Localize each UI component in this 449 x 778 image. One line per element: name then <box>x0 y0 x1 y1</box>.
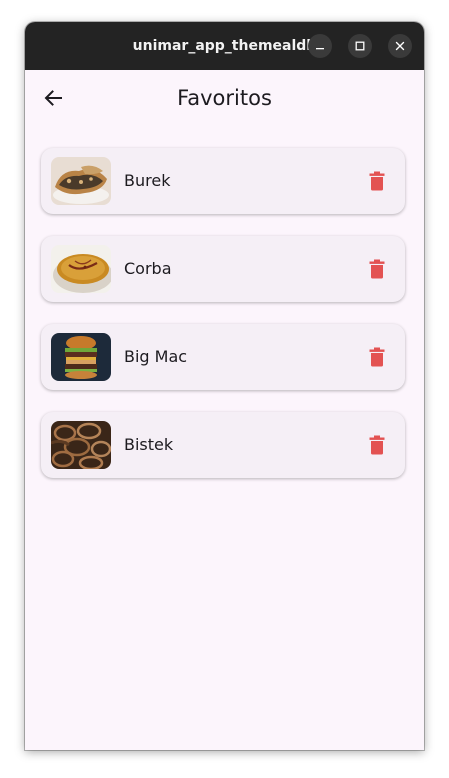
maximize-button[interactable] <box>348 34 372 58</box>
meal-thumbnail-big-mac <box>51 333 111 381</box>
window-titlebar[interactable]: unimar_app_themealdb <box>25 22 424 70</box>
favorite-card-burek[interactable]: Burek <box>41 148 405 214</box>
burek-image <box>51 157 111 205</box>
delete-button[interactable] <box>365 169 389 193</box>
delete-button[interactable] <box>365 345 389 369</box>
delete-button[interactable] <box>365 433 389 457</box>
maximize-icon <box>355 41 365 51</box>
favorites-list: Burek Corba Big Mac Bistek <box>41 148 407 500</box>
app-bar: Favoritos <box>25 70 424 126</box>
delete-icon <box>369 171 385 191</box>
favorite-card-bistek[interactable]: Bistek <box>41 412 405 478</box>
page-title: Favoritos <box>177 86 272 110</box>
meal-thumbnail-burek <box>51 157 111 205</box>
minimize-icon <box>316 48 324 50</box>
meal-name: Corba <box>124 259 172 278</box>
close-icon <box>395 41 405 51</box>
app-window: unimar_app_themealdb Favoritos Burek Cor… <box>25 22 424 750</box>
favorite-card-corba[interactable]: Corba <box>41 236 405 302</box>
meal-name: Bistek <box>124 435 174 454</box>
meal-name: Burek <box>124 171 171 190</box>
delete-icon <box>369 435 385 455</box>
meal-thumbnail-bistek <box>51 421 111 469</box>
delete-button[interactable] <box>365 257 389 281</box>
bistek-image <box>51 421 111 469</box>
meal-thumbnail-corba <box>51 245 111 293</box>
corba-image <box>51 245 111 293</box>
meal-name: Big Mac <box>124 347 188 366</box>
favorite-card-big-mac[interactable]: Big Mac <box>41 324 405 390</box>
minimize-button[interactable] <box>308 34 332 58</box>
big-mac-image <box>51 333 111 381</box>
delete-icon <box>369 347 385 367</box>
delete-icon <box>369 259 385 279</box>
close-button[interactable] <box>388 34 412 58</box>
